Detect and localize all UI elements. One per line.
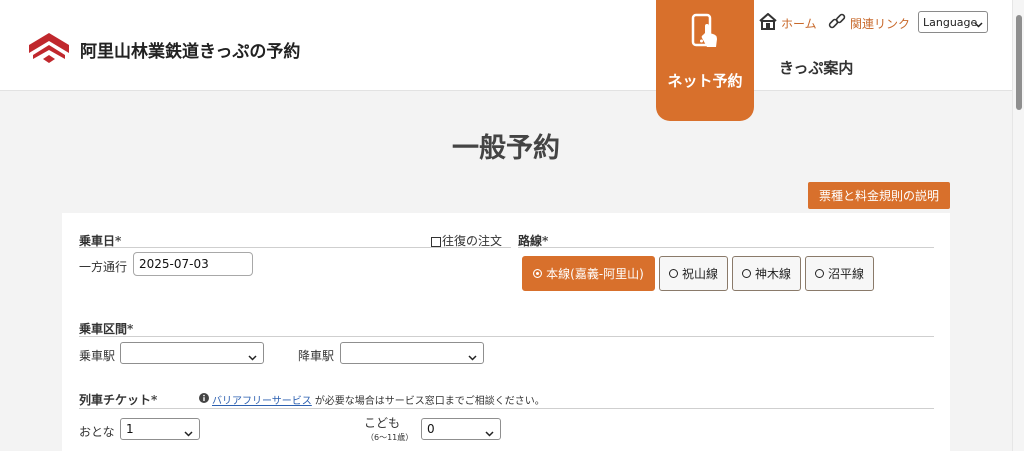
route-zhaoping-line-button[interactable]: 沼平線 [805, 256, 874, 291]
language-select[interactable]: Language [918, 11, 988, 33]
accessibility-notice-text: が必要な場合はサービス窓口までご相談ください。 [314, 396, 545, 407]
accessibility-notice: バリアフリーサービス が必要な場合はサービス窓口までご相談ください。 [199, 392, 545, 407]
radio-icon [668, 269, 678, 278]
related-links-label: 関連リンク [850, 16, 911, 31]
chevron-down-icon [485, 426, 494, 440]
language-select-value: Language [923, 15, 978, 29]
touch-phone-icon [689, 13, 721, 59]
one-way-label: 一方通行 [79, 260, 128, 274]
ride-section-heading: 乗車区間* [79, 322, 134, 336]
home-link-label: ホーム [781, 16, 817, 31]
ride-date-value: 2025-07-03 [139, 257, 209, 271]
route-option-label: 本線(嘉義-阿里山) [546, 267, 644, 281]
alighting-station-select[interactable] [340, 342, 484, 364]
chevron-down-icon [184, 426, 193, 440]
route-option-label: 祝山線 [681, 267, 718, 281]
child-count-value: 0 [427, 422, 435, 436]
adult-count-value: 1 [126, 422, 134, 436]
train-ticket-heading: 列車チケット* [79, 393, 158, 407]
route-option-label: 神木線 [754, 267, 791, 281]
radio-selected-icon [533, 269, 543, 278]
home-link[interactable]: ホーム [759, 12, 817, 33]
home-icon [759, 12, 777, 33]
nav-net-reservation[interactable]: ネット予約 [656, 0, 754, 121]
divider [518, 247, 934, 248]
reservation-form-panel [62, 213, 950, 451]
round-trip-option[interactable]: 往復の注文 [431, 232, 502, 249]
site-title[interactable]: 阿里山林業鉄道きっぷの予約 [80, 37, 300, 62]
info-icon [199, 393, 209, 406]
child-count-select[interactable]: 0 [421, 418, 501, 440]
route-shenmu-line-button[interactable]: 神木線 [732, 256, 801, 291]
route-main-line-button[interactable]: 本線(嘉義-阿里山) [522, 256, 655, 291]
related-links-link[interactable]: 関連リンク [828, 13, 910, 33]
accessibility-service-link[interactable]: バリアフリーサービス [212, 392, 312, 407]
net-reservation-label: ネット予約 [667, 72, 743, 90]
chevron-down-icon [468, 350, 477, 364]
adult-count-select[interactable]: 1 [120, 418, 200, 440]
boarding-station-select[interactable] [120, 342, 264, 364]
boarding-station-label: 乗車駅 [79, 349, 116, 363]
radio-icon [814, 269, 824, 278]
route-zhushan-line-button[interactable]: 祝山線 [659, 256, 728, 291]
page-title: 一般予約 [452, 133, 560, 164]
route-option-label: 沼平線 [827, 267, 864, 281]
child-age-note: （6〜11歳） [366, 433, 414, 442]
ticket-rules-button[interactable]: 票種と料金規則の説明 [808, 182, 950, 209]
alighting-station-label: 降車駅 [298, 349, 335, 363]
radio-icon [741, 269, 751, 278]
link-icon [828, 13, 846, 33]
round-trip-checkbox[interactable] [431, 236, 441, 247]
divider [79, 408, 934, 409]
nav-ticket-guide[interactable]: きっぷ案内 [779, 57, 853, 78]
arisan-logo-icon[interactable] [27, 31, 71, 69]
chevron-down-icon [248, 350, 257, 364]
site-header: 阿里山林業鉄道きっぷの予約 きっぷ案内 ホーム 関連リンク Language [0, 0, 1012, 91]
child-label: こども [364, 416, 401, 430]
chevron-down-icon [974, 18, 983, 31]
ride-date-input[interactable]: 2025-07-03 [133, 252, 253, 276]
adult-label: おとな [79, 425, 115, 439]
divider [79, 336, 934, 337]
page-scrollbar[interactable] [1012, 0, 1024, 451]
scrollbar-thumb[interactable] [1016, 15, 1022, 110]
round-trip-label: 往復の注文 [442, 234, 503, 248]
